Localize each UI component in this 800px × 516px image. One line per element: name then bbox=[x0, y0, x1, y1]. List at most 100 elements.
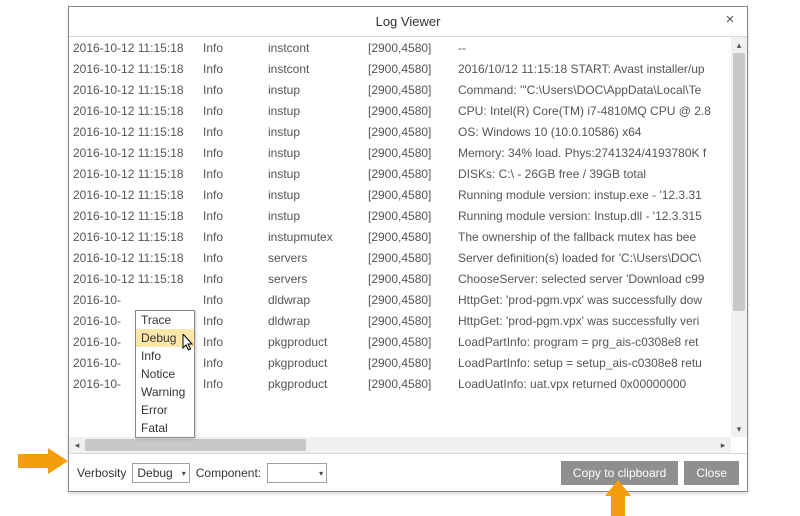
log-pid: [2900,4580] bbox=[364, 37, 454, 58]
log-level: Info bbox=[199, 310, 264, 331]
log-component: dldwrap bbox=[264, 310, 364, 331]
log-level: Info bbox=[199, 58, 264, 79]
v-scroll-thumb[interactable] bbox=[733, 53, 745, 311]
log-message: Running module version: instup.exe - '12… bbox=[454, 184, 747, 205]
log-pid: [2900,4580] bbox=[364, 184, 454, 205]
log-level: Info bbox=[199, 163, 264, 184]
table-row[interactable]: 2016-10-12 11:15:18Infoservers[2900,4580… bbox=[69, 268, 747, 289]
log-component: pkgproduct bbox=[264, 373, 364, 394]
log-component: instup bbox=[264, 184, 364, 205]
verbosity-option-error[interactable]: Error bbox=[136, 401, 194, 419]
window-title: Log Viewer bbox=[376, 14, 441, 29]
close-icon[interactable]: × bbox=[721, 11, 739, 29]
log-pid: [2900,4580] bbox=[364, 58, 454, 79]
table-row[interactable]: 2016-10-12 11:15:18Infoservers[2900,4580… bbox=[69, 247, 747, 268]
table-row[interactable]: 2016-10-12 11:15:18Infoinstup[2900,4580]… bbox=[69, 184, 747, 205]
log-level: Info bbox=[199, 37, 264, 58]
log-timestamp: 2016-10-12 11:15:18 bbox=[69, 268, 199, 289]
table-row[interactable]: 2016-10-Infodldwrap[2900,4580]HttpGet: '… bbox=[69, 289, 747, 310]
vertical-scrollbar[interactable]: ▴ ▾ bbox=[731, 37, 747, 437]
h-scroll-thumb[interactable] bbox=[85, 439, 306, 451]
log-component: dldwrap bbox=[264, 289, 364, 310]
component-label: Component: bbox=[196, 466, 261, 480]
log-pid: [2900,4580] bbox=[364, 331, 454, 352]
log-component: servers bbox=[264, 247, 364, 268]
verbosity-option-notice[interactable]: Notice bbox=[136, 365, 194, 383]
log-component: instupmutex bbox=[264, 226, 364, 247]
log-message: LoadPartInfo: program = prg_ais-c0308e8 … bbox=[454, 331, 747, 352]
table-row[interactable]: 2016-10-12 11:15:18Infoinstcont[2900,458… bbox=[69, 58, 747, 79]
chevron-down-icon: ▾ bbox=[319, 469, 323, 478]
titlebar: Log Viewer × bbox=[69, 7, 747, 37]
log-timestamp: 2016-10-12 11:15:18 bbox=[69, 100, 199, 121]
verbosity-combobox[interactable]: Debug ▾ bbox=[132, 463, 189, 483]
log-timestamp: 2016-10-12 11:15:18 bbox=[69, 37, 199, 58]
log-pid: [2900,4580] bbox=[364, 121, 454, 142]
log-component: pkgproduct bbox=[264, 352, 364, 373]
close-button[interactable]: Close bbox=[684, 461, 739, 485]
verbosity-option-trace[interactable]: Trace bbox=[136, 311, 194, 329]
table-row[interactable]: 2016-10-12 11:15:18Infoinstup[2900,4580]… bbox=[69, 163, 747, 184]
log-component: instcont bbox=[264, 58, 364, 79]
log-message: Server definition(s) loaded for 'C:\User… bbox=[454, 247, 747, 268]
log-message: HttpGet: 'prod-pgm.vpx' was successfully… bbox=[454, 289, 747, 310]
horizontal-scrollbar[interactable]: ◂ ▸ bbox=[69, 437, 731, 453]
log-pid: [2900,4580] bbox=[364, 163, 454, 184]
scroll-left-icon[interactable]: ◂ bbox=[69, 437, 85, 453]
table-row[interactable]: 2016-10-12 11:15:18Infoinstup[2900,4580]… bbox=[69, 79, 747, 100]
table-row[interactable]: 2016-10-12 11:15:18Infoinstup[2900,4580]… bbox=[69, 100, 747, 121]
log-level: Info bbox=[199, 331, 264, 352]
table-row[interactable]: 2016-10-12 11:15:18Infoinstupmutex[2900,… bbox=[69, 226, 747, 247]
log-component: pkgproduct bbox=[264, 331, 364, 352]
log-level: Info bbox=[199, 79, 264, 100]
log-message: LoadPartInfo: setup = setup_ais-c0308e8 … bbox=[454, 352, 747, 373]
component-combobox[interactable]: ▾ bbox=[267, 463, 327, 483]
log-message: Memory: 34% load. Phys:2741324/4193780K … bbox=[454, 142, 747, 163]
log-component: instup bbox=[264, 121, 364, 142]
table-row[interactable]: 2016-10-12 11:15:18Infoinstup[2900,4580]… bbox=[69, 121, 747, 142]
log-timestamp: 2016-10- bbox=[69, 289, 199, 310]
log-level: Info bbox=[199, 373, 264, 394]
log-message: 2016/10/12 11:15:18 START: Avast install… bbox=[454, 58, 747, 79]
log-timestamp: 2016-10-12 11:15:18 bbox=[69, 163, 199, 184]
log-component: instcont bbox=[264, 37, 364, 58]
verbosity-value: Debug bbox=[137, 466, 172, 480]
verbosity-dropdown[interactable]: TraceDebugInfoNoticeWarningErrorFatal bbox=[135, 310, 195, 438]
log-timestamp: 2016-10-12 11:15:18 bbox=[69, 184, 199, 205]
log-component: instup bbox=[264, 100, 364, 121]
log-timestamp: 2016-10-12 11:15:18 bbox=[69, 205, 199, 226]
log-component: instup bbox=[264, 142, 364, 163]
log-component: instup bbox=[264, 163, 364, 184]
scroll-right-icon[interactable]: ▸ bbox=[715, 437, 731, 453]
log-level: Info bbox=[199, 268, 264, 289]
bottombar: Verbosity Debug ▾ Component: ▾ Copy to c… bbox=[69, 453, 747, 491]
log-message: -- bbox=[454, 37, 747, 58]
log-pid: [2900,4580] bbox=[364, 268, 454, 289]
log-message: ChooseServer: selected server 'Download … bbox=[454, 268, 747, 289]
scroll-down-icon[interactable]: ▾ bbox=[731, 421, 747, 437]
log-level: Info bbox=[199, 247, 264, 268]
log-pid: [2900,4580] bbox=[364, 373, 454, 394]
verbosity-option-warning[interactable]: Warning bbox=[136, 383, 194, 401]
log-level: Info bbox=[199, 205, 264, 226]
log-message: The ownership of the fallback mutex has … bbox=[454, 226, 747, 247]
log-pid: [2900,4580] bbox=[364, 352, 454, 373]
table-row[interactable]: 2016-10-12 11:15:18Infoinstup[2900,4580]… bbox=[69, 142, 747, 163]
scroll-up-icon[interactable]: ▴ bbox=[731, 37, 747, 53]
log-level: Info bbox=[199, 226, 264, 247]
log-pid: [2900,4580] bbox=[364, 226, 454, 247]
verbosity-option-fatal[interactable]: Fatal bbox=[136, 419, 194, 437]
log-pid: [2900,4580] bbox=[364, 205, 454, 226]
log-pid: [2900,4580] bbox=[364, 142, 454, 163]
table-row[interactable]: 2016-10-12 11:15:18Infoinstcont[2900,458… bbox=[69, 37, 747, 58]
table-row[interactable]: 2016-10-12 11:15:18Infoinstup[2900,4580]… bbox=[69, 205, 747, 226]
log-component: instup bbox=[264, 79, 364, 100]
log-timestamp: 2016-10-12 11:15:18 bbox=[69, 79, 199, 100]
log-timestamp: 2016-10-12 11:15:18 bbox=[69, 247, 199, 268]
log-level: Info bbox=[199, 142, 264, 163]
log-message: HttpGet: 'prod-pgm.vpx' was successfully… bbox=[454, 310, 747, 331]
log-timestamp: 2016-10-12 11:15:18 bbox=[69, 58, 199, 79]
log-message: Command: '"C:\Users\DOC\AppData\Local\Te bbox=[454, 79, 747, 100]
log-timestamp: 2016-10-12 11:15:18 bbox=[69, 121, 199, 142]
log-timestamp: 2016-10-12 11:15:18 bbox=[69, 142, 199, 163]
